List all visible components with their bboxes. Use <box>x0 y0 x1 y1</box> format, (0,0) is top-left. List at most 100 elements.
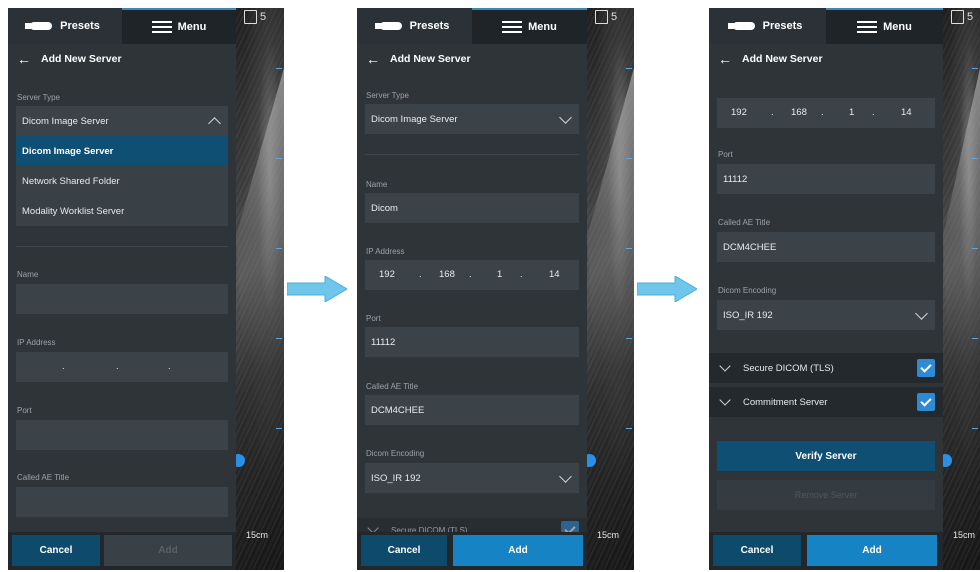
dicom-encoding-label: Dicom Encoding <box>366 449 425 458</box>
frame-number: 5 <box>260 10 267 23</box>
called-ae-title-field[interactable] <box>16 487 228 517</box>
frame-indicator: 5 <box>951 10 973 24</box>
verify-server-button[interactable]: Verify Server <box>717 441 935 471</box>
focus-marker[interactable] <box>587 454 596 467</box>
screen-1: Presets Menu ← Add New Server Server Typ… <box>8 8 236 570</box>
presets-label: Presets <box>409 20 450 32</box>
name-field[interactable] <box>16 284 228 314</box>
add-button[interactable]: Add <box>453 535 583 566</box>
ultrasound-sector <box>236 68 284 488</box>
called-ae-title-label: Called AE Title <box>17 473 70 482</box>
ip-address-field[interactable]: . . . <box>16 352 228 382</box>
chevron-down-icon <box>559 470 572 483</box>
top-bar: Presets Menu <box>709 8 943 44</box>
cancel-button[interactable]: Cancel <box>361 535 447 566</box>
called-ae-title-label: Called AE Title <box>366 382 419 391</box>
ip-octet-4: 14 <box>901 107 912 118</box>
dicom-encoding-value: ISO_IR 192 <box>371 472 421 484</box>
back-arrow-icon[interactable]: ← <box>718 51 732 67</box>
probe-icon <box>25 22 53 30</box>
chevron-down-icon <box>915 307 928 320</box>
commitment-server-label: Commitment Server <box>743 396 828 408</box>
cancel-button[interactable]: Cancel <box>713 535 801 566</box>
depth-tick <box>276 158 282 159</box>
clipboard-icon <box>595 10 608 24</box>
server-type-select[interactable]: Dicom Image Server <box>365 104 579 134</box>
port-label: Port <box>17 406 32 415</box>
called-ae-title-field[interactable]: DCM4CHEE <box>717 232 935 262</box>
server-type-select[interactable]: Dicom Image Server <box>16 106 228 136</box>
action-bar: Cancel Add <box>357 532 587 570</box>
depth-tick <box>626 338 632 339</box>
dicom-encoding-select[interactable]: ISO_IR 192 <box>717 300 935 330</box>
presets-label: Presets <box>762 20 803 32</box>
ip-dot: . <box>520 269 523 280</box>
menu-label: Menu <box>177 21 207 33</box>
option-dicom-image-server[interactable]: Dicom Image Server <box>16 136 228 166</box>
presets-tab[interactable]: Presets <box>8 8 122 44</box>
menu-tab[interactable]: Menu <box>122 8 236 44</box>
clipboard-icon <box>244 10 257 24</box>
arrow-right-icon <box>287 276 347 302</box>
top-bar: Presets Menu <box>8 8 236 44</box>
menu-tab[interactable]: Menu <box>826 8 943 44</box>
option-modality-worklist-server[interactable]: Modality Worklist Server <box>16 196 228 226</box>
chevron-down-icon <box>559 111 572 124</box>
port-field[interactable]: 11112 <box>717 164 935 194</box>
add-button[interactable]: Add <box>807 535 937 566</box>
depth-tick <box>626 428 632 429</box>
chevron-up-icon <box>208 117 221 130</box>
dicom-encoding-select[interactable]: ISO_IR 192 <box>365 463 579 493</box>
commitment-server-checkbox[interactable] <box>917 393 935 411</box>
option-network-shared-folder[interactable]: Network Shared Folder <box>16 166 228 196</box>
depth-label: 15cm <box>246 530 269 540</box>
depth-label: 15cm <box>597 530 620 540</box>
depth-tick <box>972 248 978 249</box>
remove-server-button[interactable]: Remove Server <box>717 480 935 510</box>
secure-dicom-row[interactable]: Secure DICOM (TLS) <box>709 353 943 383</box>
ip-address-field[interactable]: 192 . 168 . 1 . 14 <box>717 98 935 128</box>
called-ae-title-label: Called AE Title <box>718 218 771 227</box>
ip-octet-2: 168 <box>791 107 807 118</box>
ip-octet-1: 192 <box>731 107 747 118</box>
cancel-button[interactable]: Cancel <box>12 535 100 566</box>
back-arrow-icon[interactable]: ← <box>366 51 380 67</box>
ip-octet-4: 14 <box>549 269 560 280</box>
presets-tab[interactable]: Presets <box>357 8 472 44</box>
ip-address-field[interactable]: 192 . 168 . 1 . 14 <box>365 260 579 290</box>
screen-3: Presets Menu ← Add New Server 192 . 168 … <box>709 8 943 570</box>
probe-icon <box>374 22 402 30</box>
page-header: ← Add New Server <box>709 48 943 70</box>
ultrasound-sector <box>587 68 634 488</box>
menu-tab[interactable]: Menu <box>472 8 587 44</box>
port-field[interactable] <box>16 420 228 450</box>
depth-label: 15cm <box>953 530 976 540</box>
ultrasound-image: 5 15cm <box>236 8 284 570</box>
chevron-down-icon <box>719 360 731 372</box>
add-button[interactable]: Add <box>104 535 232 566</box>
name-field[interactable]: Dicom <box>365 193 579 223</box>
back-arrow-icon[interactable]: ← <box>17 51 31 67</box>
frame-number: 5 <box>611 10 618 23</box>
port-field[interactable]: 11112 <box>365 327 579 357</box>
divider <box>16 246 228 247</box>
called-ae-title-field[interactable]: DCM4CHEE <box>365 395 579 425</box>
frame-number: 5 <box>967 10 974 23</box>
depth-tick <box>972 158 978 159</box>
port-label: Port <box>366 314 381 323</box>
menu-label: Menu <box>883 21 912 33</box>
focus-marker[interactable] <box>943 454 952 467</box>
depth-tick <box>972 428 978 429</box>
name-label: Name <box>366 180 388 189</box>
server-type-label: Server Type <box>17 93 60 102</box>
presets-tab[interactable]: Presets <box>709 8 826 44</box>
focus-marker[interactable] <box>236 454 245 467</box>
ip-dot: . <box>419 269 422 280</box>
depth-tick <box>276 248 282 249</box>
commitment-server-row[interactable]: Commitment Server <box>709 387 943 417</box>
called-ae-title-value: DCM4CHEE <box>723 241 777 253</box>
depth-tick <box>276 68 282 69</box>
secure-dicom-checkbox[interactable] <box>917 359 935 377</box>
ip-dot: . <box>62 361 65 372</box>
probe-icon <box>727 22 755 30</box>
